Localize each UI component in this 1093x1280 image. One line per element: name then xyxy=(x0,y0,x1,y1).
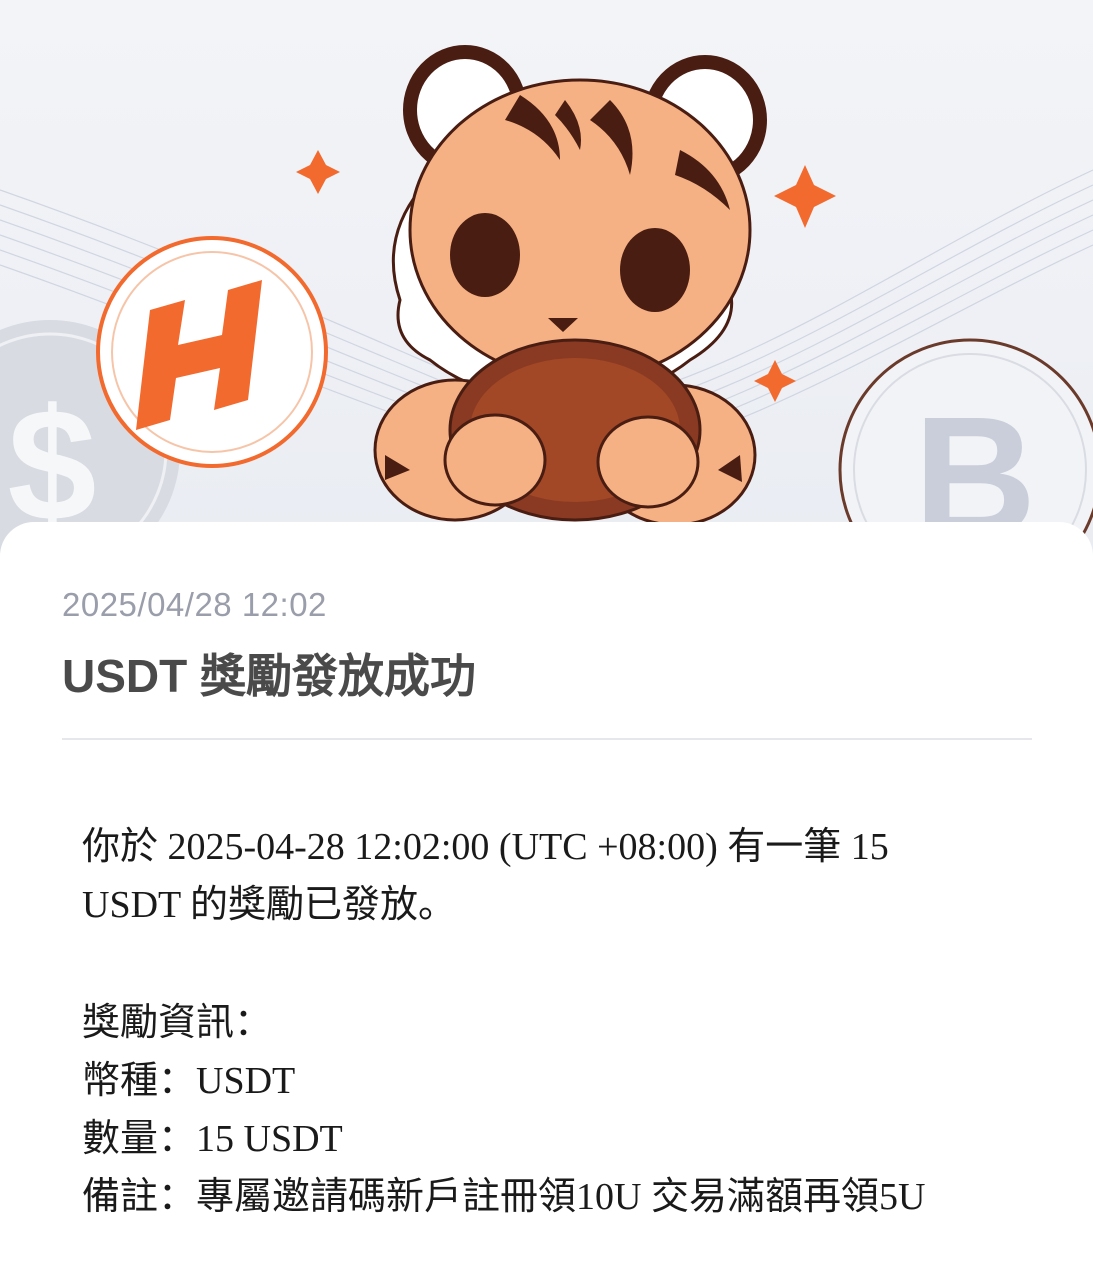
message-line: USDT 的獎勵已發放。 xyxy=(82,884,457,926)
notification-timestamp: 2025/04/28 12:02 xyxy=(62,586,327,623)
sparkle-icon xyxy=(296,150,340,194)
amount-line: 數量：15 USDT xyxy=(82,1118,343,1160)
divider xyxy=(62,738,1032,740)
tiger-illustration: $ B xyxy=(0,45,1093,560)
remark-line: 備註：專屬邀請碼新戶註冊領10U 交易滿額再領5U xyxy=(82,1176,926,1218)
notification-title: USDT 獎勵發放成功 xyxy=(62,650,476,702)
reward-details: 獎勵資訊： 幣種：USDT 數量：15 USDT 備註：專屬邀請碼新戶註冊領10… xyxy=(82,994,982,1226)
promo-banner: $ B xyxy=(0,0,1093,560)
brand-logo-coin-icon xyxy=(96,236,328,468)
message-line: 你於 2025-04-28 12:02:00 (UTC +08:00) 有一筆 … xyxy=(82,826,889,868)
notification-body: 你於 2025-04-28 12:02:00 (UTC +08:00) 有一筆 … xyxy=(82,818,982,1226)
sparkle-icon xyxy=(774,165,836,228)
message-paragraph: 你於 2025-04-28 12:02:00 (UTC +08:00) 有一筆 … xyxy=(82,818,982,934)
tiger-mascot-icon xyxy=(373,45,767,527)
currency-line: 幣種：USDT xyxy=(82,1060,296,1102)
sparkle-icon xyxy=(754,360,796,402)
details-heading: 獎勵資訊： xyxy=(82,1002,273,1044)
